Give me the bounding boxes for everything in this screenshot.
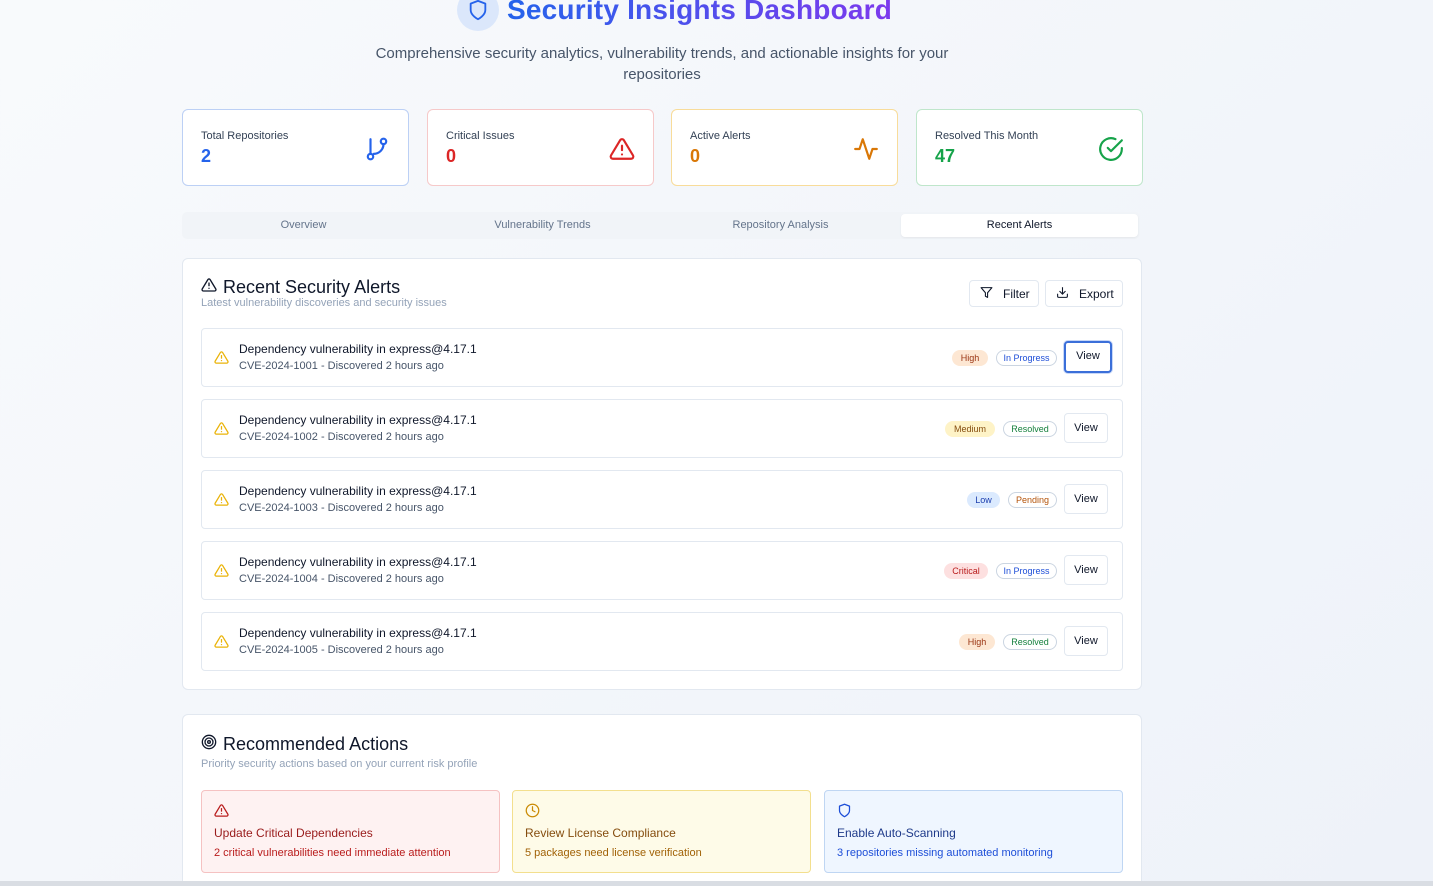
alert-title: Dependency vulnerability in express@4.17… (239, 555, 477, 569)
activity-icon (853, 136, 879, 162)
page-title: Security Insights Dashboard (507, 0, 892, 26)
recent-alerts-panel: Recent Security Alerts Latest vulnerabil… (182, 258, 1142, 690)
check-circle-icon (1098, 136, 1124, 162)
action-title: Enable Auto-Scanning (837, 826, 956, 840)
alert-meta: CVE-2024-1002 - Discovered 2 hours ago (239, 431, 444, 443)
alert-triangle-icon (214, 803, 229, 823)
stat-label: Active Alerts (690, 130, 751, 142)
stat-card-total-repositories: Total Repositories 2 (182, 109, 409, 186)
tab-repository-analysis[interactable]: Repository Analysis (662, 214, 899, 237)
action-card-update-dependencies[interactable]: Update Critical Dependencies 2 critical … (201, 790, 500, 873)
action-description: 2 critical vulnerabilities need immediat… (214, 847, 451, 859)
action-card-license-compliance[interactable]: Review License Compliance 5 packages nee… (512, 790, 811, 873)
view-button[interactable]: View (1064, 626, 1108, 656)
status-badge: Pending (1008, 492, 1057, 508)
shield-icon (457, 0, 499, 31)
export-label: Export (1079, 286, 1114, 301)
stat-card-critical-issues: Critical Issues 0 (427, 109, 654, 186)
alert-row: Dependency vulnerability in express@4.17… (201, 612, 1123, 671)
filter-icon (980, 286, 1003, 302)
alert-title: Dependency vulnerability in express@4.17… (239, 413, 477, 427)
severity-badge: Medium (945, 421, 995, 437)
page-header: Security Insights Dashboard (457, 0, 892, 32)
alert-triangle-icon (609, 136, 635, 162)
panel-title-text: Recommended Actions (223, 734, 409, 754)
tab-recent-alerts[interactable]: Recent Alerts (901, 214, 1138, 237)
action-title: Review License Compliance (525, 826, 676, 840)
status-badge: In Progress (996, 350, 1057, 366)
page-subtitle: Comprehensive security analytics, vulner… (375, 45, 949, 83)
stat-value: 0 (446, 146, 457, 166)
alert-title: Dependency vulnerability in express@4.17… (239, 342, 477, 356)
severity-badge: High (959, 634, 995, 650)
view-button[interactable]: View (1064, 484, 1108, 514)
view-button[interactable]: View (1064, 413, 1108, 443)
alert-row: Dependency vulnerability in express@4.17… (201, 541, 1123, 600)
warning-icon (214, 492, 229, 512)
download-icon (1056, 286, 1079, 302)
warning-icon (214, 563, 229, 583)
panel-title: Recommended Actions (201, 734, 408, 755)
warning-icon (214, 421, 229, 441)
filter-button[interactable]: Filter (969, 280, 1039, 307)
target-icon (201, 734, 223, 755)
alert-row: Dependency vulnerability in express@4.17… (201, 399, 1123, 458)
status-badge: Resolved (1003, 634, 1057, 650)
stat-label: Total Repositories (201, 130, 289, 142)
panel-subtitle: Latest vulnerability discoveries and sec… (201, 297, 447, 309)
tab-vulnerability-trends[interactable]: Vulnerability Trends (424, 214, 661, 237)
tab-bar: Overview Vulnerability Trends Repository… (182, 212, 1140, 239)
git-branch-icon (364, 136, 390, 162)
status-badge: Resolved (1003, 421, 1057, 437)
recommended-actions-panel: Recommended Actions Priority security ac… (182, 714, 1142, 886)
horizontal-scrollbar[interactable] (0, 881, 1433, 886)
action-card-auto-scanning[interactable]: Enable Auto-Scanning 3 repositories miss… (824, 790, 1123, 873)
action-description: 5 packages need license verification (525, 847, 702, 859)
alert-meta: CVE-2024-1005 - Discovered 2 hours ago (239, 644, 444, 656)
status-badge: In Progress (996, 563, 1057, 579)
alert-meta: CVE-2024-1004 - Discovered 2 hours ago (239, 573, 444, 585)
severity-badge: High (952, 350, 988, 366)
panel-subtitle: Priority security actions based on your … (201, 758, 478, 770)
warning-icon (214, 350, 229, 370)
stat-card-resolved-this-month: Resolved This Month 47 (916, 109, 1143, 186)
severity-badge: Low (967, 492, 1000, 508)
view-button[interactable]: View (1064, 555, 1108, 585)
alert-row: Dependency vulnerability in express@4.17… (201, 328, 1123, 387)
stat-value: 0 (690, 146, 701, 166)
alert-meta: CVE-2024-1003 - Discovered 2 hours ago (239, 502, 444, 514)
export-button[interactable]: Export (1045, 280, 1123, 307)
view-button[interactable]: View (1064, 341, 1112, 373)
action-description: 3 repositories missing automated monitor… (837, 847, 1053, 859)
stat-card-active-alerts: Active Alerts 0 (671, 109, 898, 186)
alert-row: Dependency vulnerability in express@4.17… (201, 470, 1123, 529)
severity-badge: Critical (944, 563, 988, 579)
panel-title: Recent Security Alerts (201, 277, 400, 298)
shield-icon (837, 803, 852, 823)
filter-label: Filter (1003, 286, 1030, 301)
stat-label: Resolved This Month (935, 130, 1039, 142)
clock-icon (525, 803, 540, 823)
stat-value: 47 (935, 146, 956, 166)
stats-row: Total Repositories 2 Critical Issues 0 A… (182, 109, 1143, 186)
alert-title: Dependency vulnerability in express@4.17… (239, 484, 477, 498)
tab-overview[interactable]: Overview (185, 214, 422, 237)
stat-value: 2 (201, 146, 212, 166)
alert-title: Dependency vulnerability in express@4.17… (239, 626, 477, 640)
alert-meta: CVE-2024-1001 - Discovered 2 hours ago (239, 360, 444, 372)
alert-triangle-icon (201, 277, 223, 298)
action-title: Update Critical Dependencies (214, 826, 373, 840)
stat-label: Critical Issues (446, 130, 515, 142)
panel-title-text: Recent Security Alerts (223, 277, 401, 297)
warning-icon (214, 634, 229, 654)
